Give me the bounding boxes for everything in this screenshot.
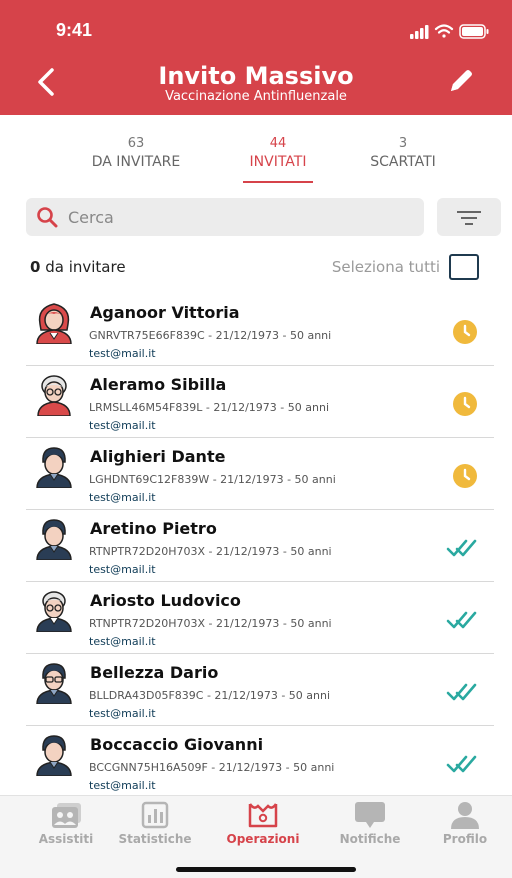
patient-details: RTNPTR72D20H703X - 21/12/1973 - 50 anni bbox=[89, 545, 332, 558]
header-bar: 9:41 Invito Massivo Vaccinazione Antinfl… bbox=[0, 0, 512, 115]
filter-icon bbox=[457, 211, 481, 225]
active-tab-indicator bbox=[243, 181, 313, 183]
patient-email: test@mail.it bbox=[89, 707, 156, 720]
patient-email: test@mail.it bbox=[89, 563, 156, 576]
double-check-icon bbox=[446, 755, 477, 773]
status-time: 9:41 bbox=[56, 20, 93, 40]
selected-count-value: 0 bbox=[30, 258, 41, 276]
search-bar[interactable] bbox=[26, 198, 424, 236]
nav-label: Statistiche bbox=[118, 832, 192, 846]
avatar-female-red-hair-icon bbox=[36, 303, 72, 344]
nav-label: Profilo bbox=[442, 832, 488, 846]
pencil-icon[interactable] bbox=[444, 64, 478, 98]
status-bar: 9:41 bbox=[0, 0, 512, 60]
nav-label: Operazioni bbox=[226, 832, 300, 846]
nav-label: Notifiche bbox=[339, 832, 401, 846]
wifi-icon bbox=[434, 24, 454, 38]
tab-da-invitare[interactable]: 63 DA INVITARE bbox=[71, 136, 201, 170]
patients-icon bbox=[52, 803, 81, 828]
avatar-female-elder-glasses-icon bbox=[37, 375, 71, 416]
patient-name: Alighieri Dante bbox=[90, 447, 226, 466]
patient-details: LGHDNT69C12F839W - 21/12/1973 - 50 anni bbox=[89, 473, 336, 486]
patient-details: GNRVTR75E66F839C - 21/12/1973 - 50 anni bbox=[89, 329, 332, 342]
tab-invitati[interactable]: 44 INVITATI bbox=[213, 136, 343, 170]
patient-row[interactable]: Aretino Pietro RTNPTR72D20H703X - 21/12/… bbox=[0, 510, 512, 582]
patient-email: test@mail.it bbox=[89, 419, 156, 432]
nav-item-notifiche[interactable]: Notifiche bbox=[325, 800, 415, 852]
clock-icon bbox=[453, 392, 477, 416]
double-check-icon bbox=[446, 683, 477, 701]
patient-details: BLLDRA43D05F839C - 21/12/1973 - 50 anni bbox=[89, 689, 331, 702]
tab-scartati[interactable]: 3 SCARTATI bbox=[338, 136, 468, 170]
double-check-icon bbox=[446, 539, 477, 557]
status-icons bbox=[410, 24, 489, 39]
nav-label: Assistiti bbox=[38, 832, 94, 846]
nav-item-operazioni[interactable]: Operazioni bbox=[218, 800, 308, 852]
chat-bubble-icon bbox=[355, 802, 385, 828]
patient-row[interactable]: Bellezza Dario BLLDRA43D05F839C - 21/12/… bbox=[0, 654, 512, 726]
tab-label: INVITATI bbox=[249, 154, 307, 170]
user-icon bbox=[451, 802, 479, 829]
bottom-navigation: Assistiti Statistiche Operazioni Notific… bbox=[0, 795, 512, 878]
search-input[interactable] bbox=[68, 198, 408, 236]
nav-item-profilo[interactable]: Profilo bbox=[420, 800, 510, 852]
chart-icon bbox=[141, 801, 169, 829]
patient-email: test@mail.it bbox=[89, 491, 156, 504]
avatar-male-dark-hair-icon bbox=[36, 447, 72, 488]
patient-name: Aleramo Sibilla bbox=[90, 375, 227, 394]
patient-details: LRMSLL46M54F839L - 21/12/1973 - 50 anni bbox=[89, 401, 329, 414]
operations-icon bbox=[248, 803, 278, 828]
page-subtitle: Vaccinazione Antinfluenzale bbox=[165, 89, 347, 104]
patient-row[interactable]: Aganoor Vittoria GNRVTR75E66F839C - 21/1… bbox=[0, 294, 512, 366]
patient-row[interactable]: Boccaccio Giovanni BCCGNN75H16A509F - 21… bbox=[0, 726, 512, 798]
patient-name: Boccaccio Giovanni bbox=[90, 735, 264, 754]
avatar-male-dark-hair-icon bbox=[36, 519, 72, 560]
patient-name: Bellezza Dario bbox=[90, 663, 219, 682]
select-all-checkbox[interactable] bbox=[449, 254, 479, 280]
avatar-male-dark-hair-icon bbox=[36, 735, 72, 776]
battery-icon bbox=[459, 24, 489, 39]
patient-email: test@mail.it bbox=[89, 347, 156, 360]
page-title: Invito Massivo bbox=[158, 62, 354, 90]
tab-count: 3 bbox=[398, 136, 408, 151]
patient-email: test@mail.it bbox=[89, 779, 156, 792]
patient-row[interactable]: Alighieri Dante LGHDNT69C12F839W - 21/12… bbox=[0, 438, 512, 510]
selected-count: 0 da invitare bbox=[30, 258, 126, 276]
nav-item-assistiti[interactable]: Assistiti bbox=[21, 800, 111, 852]
patient-name: Ariosto Ludovico bbox=[90, 591, 241, 610]
tab-label: SCARTATI bbox=[370, 154, 436, 170]
app-screen: 9:41 Invito Massivo Vaccinazione Antinfl… bbox=[0, 0, 512, 878]
clock-icon bbox=[453, 464, 477, 488]
tab-count: 44 bbox=[269, 136, 287, 151]
patient-name: Aretino Pietro bbox=[90, 519, 217, 538]
patient-row[interactable]: Aleramo Sibilla LRMSLL46M54F839L - 21/12… bbox=[0, 366, 512, 438]
signal-icon bbox=[410, 25, 429, 39]
clock-icon bbox=[453, 320, 477, 344]
patient-name: Aganoor Vittoria bbox=[90, 303, 240, 322]
selection-row: 0 da invitare Seleziona tutti bbox=[0, 252, 512, 286]
tab-count: 63 bbox=[127, 136, 145, 151]
avatar-male-glasses-icon bbox=[36, 663, 72, 704]
avatar-male-elder-glasses-icon bbox=[36, 591, 72, 632]
patient-email: test@mail.it bbox=[89, 635, 156, 648]
home-indicator[interactable] bbox=[176, 867, 356, 872]
filter-button[interactable] bbox=[437, 198, 501, 236]
patient-details: RTNPTR72D20H703X - 21/12/1973 - 50 anni bbox=[89, 617, 332, 630]
select-all-label[interactable]: Seleziona tutti bbox=[332, 258, 440, 276]
search-icon bbox=[37, 207, 58, 228]
double-check-icon bbox=[446, 611, 477, 629]
selected-count-suffix: da invitare bbox=[45, 258, 126, 276]
patient-details: BCCGNN75H16A509F - 21/12/1973 - 50 anni bbox=[89, 761, 335, 774]
tab-label: DA INVITARE bbox=[91, 154, 181, 170]
patient-row[interactable]: Ariosto Ludovico RTNPTR72D20H703X - 21/1… bbox=[0, 582, 512, 654]
nav-item-statistiche[interactable]: Statistiche bbox=[110, 800, 200, 852]
